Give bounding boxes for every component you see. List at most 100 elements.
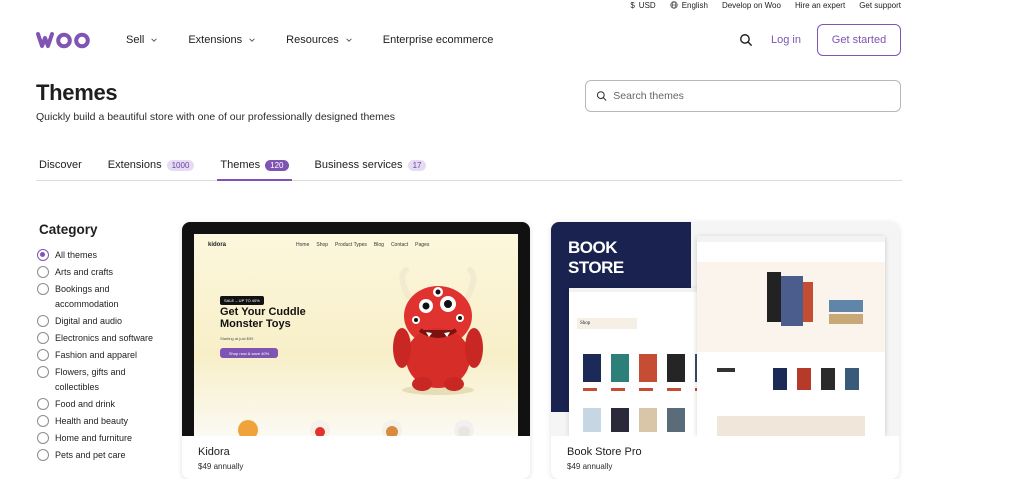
preview-link: Product Types — [335, 242, 367, 248]
nav-sell[interactable]: Sell — [126, 34, 158, 46]
get-started-button[interactable]: Get started — [817, 24, 901, 56]
category-pets[interactable]: Pets and pet care — [37, 448, 157, 463]
tab-themes[interactable]: Themes 120 — [217, 150, 292, 181]
nav-extensions-label: Extensions — [188, 34, 243, 46]
radio-button[interactable] — [37, 315, 49, 327]
tab-extensions[interactable]: Extensions 1000 — [105, 150, 198, 180]
theme-price: $49 annually — [567, 462, 613, 471]
tab-bar: Discover Extensions 1000 Themes 120 Busi… — [36, 150, 902, 181]
toy-thumbnail — [310, 420, 330, 436]
page-subtitle: Quickly build a beautiful store with one… — [36, 111, 395, 123]
kidora-preview-logo: kidora — [208, 242, 227, 248]
preview-link: Contact — [390, 242, 409, 248]
category-heading: Category — [39, 222, 98, 237]
category-filter-list: All themes Arts and crafts Bookings and … — [37, 248, 157, 465]
hire-expert-link[interactable]: Hire an expert — [795, 1, 845, 10]
radio-button[interactable] — [37, 349, 49, 361]
globe-icon — [670, 1, 678, 9]
category-arts-and-crafts[interactable]: Arts and crafts — [37, 265, 157, 280]
theme-name[interactable]: Kidora — [198, 446, 243, 458]
kidora-screen: kidora Home Shop Product Types Blog Cont… — [194, 234, 518, 436]
tab-themes-label: Themes — [220, 159, 261, 171]
radio-button[interactable] — [37, 332, 49, 344]
count-badge: 1000 — [166, 159, 195, 171]
category-digital-audio[interactable]: Digital and audio — [37, 314, 157, 329]
category-all-themes[interactable]: All themes — [37, 248, 157, 263]
book-store-logo: BOOK STORE — [568, 238, 624, 278]
nav-resources-label: Resources — [286, 34, 339, 46]
chevron-down-icon — [345, 38, 352, 42]
theme-name[interactable]: Book Store Pro — [567, 446, 642, 458]
woo-logo[interactable] — [36, 31, 96, 49]
tab-discover[interactable]: Discover — [36, 150, 85, 180]
theme-preview-image: BOOK STORE Shop Discover New Fiction Tha… — [551, 222, 899, 436]
book-logo-line: BOOK — [568, 238, 617, 257]
category-label: Electronics and software — [55, 333, 154, 343]
category-flowers-gifts[interactable]: Flowers, gifts and collectibles — [37, 365, 157, 395]
category-home-furniture[interactable]: Home and furniture — [37, 431, 157, 446]
preview-link: Shop — [316, 242, 329, 248]
category-label: Food and drink — [55, 399, 116, 409]
nav-extensions[interactable]: Extensions — [188, 34, 256, 46]
develop-link[interactable]: Develop on Woo — [722, 1, 781, 10]
tab-discover-label: Discover — [39, 159, 82, 171]
count-badge: 120 — [265, 159, 289, 171]
book-logo-line: STORE — [568, 258, 624, 277]
radio-button[interactable] — [37, 415, 49, 427]
radio-button[interactable] — [37, 266, 49, 278]
page-title: Themes — [36, 80, 118, 105]
book-home-artwork — [697, 236, 885, 436]
login-link[interactable]: Log in — [771, 34, 801, 46]
search-themes-field[interactable] — [585, 80, 901, 112]
radio-button[interactable] — [37, 366, 49, 378]
chevron-down-icon — [151, 38, 158, 42]
category-health-beauty[interactable]: Health and beauty — [37, 414, 157, 429]
kidora-sale-badge: SALE – UP TO 40% — [220, 296, 264, 305]
theme-preview-image: kidora Home Shop Product Types Blog Cont… — [182, 222, 530, 436]
nav-enterprise-label: Enterprise ecommerce — [382, 34, 494, 46]
toy-thumbnail — [454, 420, 474, 436]
toy-thumbnail — [238, 420, 258, 436]
radio-button[interactable] — [37, 449, 49, 461]
theme-info: Kidora $49 annually — [198, 446, 243, 471]
category-label: Fashion and apparel — [55, 350, 138, 360]
search-icon — [596, 91, 607, 101]
language-selector[interactable]: English — [670, 1, 708, 10]
category-electronics[interactable]: Electronics and software — [37, 331, 157, 346]
kidora-subtext: Starting at just $99 — [220, 336, 254, 341]
chevron-down-icon — [249, 38, 255, 42]
kidora-headline: Get Your Cuddle Monster Toys — [220, 306, 306, 330]
currency-label: USD — [638, 0, 656, 10]
theme-card-book-store-pro[interactable]: BOOK STORE Shop Discover New Fiction Tha… — [551, 222, 899, 479]
count-badge: 17 — [407, 159, 427, 171]
theme-card-kidora[interactable]: kidora Home Shop Product Types Blog Cont… — [182, 222, 530, 479]
category-fashion[interactable]: Fashion and apparel — [37, 348, 157, 363]
utility-bar: $ USD English Develop on Woo Hire an exp… — [630, 0, 901, 10]
category-label: Flowers, gifts and collectibles — [55, 367, 126, 392]
category-label: All themes — [55, 250, 98, 260]
preview-link: Pages — [415, 242, 430, 248]
radio-button[interactable] — [37, 432, 49, 444]
preview-link: Home — [296, 242, 310, 248]
search-themes-input[interactable] — [613, 90, 890, 102]
kidora-preview-links: Home Shop Product Types Blog Contact Pag… — [296, 242, 429, 248]
book-shop-heading: Shop — [577, 318, 637, 329]
category-label: Home and furniture — [55, 433, 133, 443]
nav-sell-label: Sell — [126, 34, 145, 46]
dollar-icon: $ — [630, 0, 635, 10]
category-bookings[interactable]: Bookings and accommodation — [37, 282, 157, 312]
get-support-link[interactable]: Get support — [859, 1, 901, 10]
nav-enterprise[interactable]: Enterprise ecommerce — [383, 34, 494, 46]
book-home-page-screenshot: Discover New Fiction That That Inspire — [697, 236, 885, 436]
radio-button[interactable] — [37, 283, 49, 295]
nav-resources[interactable]: Resources — [286, 34, 353, 46]
theme-info: Book Store Pro $49 annually — [567, 446, 642, 471]
tab-business-services[interactable]: Business services 17 — [312, 150, 430, 180]
search-icon[interactable] — [739, 33, 753, 47]
tab-extensions-label: Extensions — [107, 159, 162, 171]
category-food-drink[interactable]: Food and drink — [37, 397, 157, 412]
category-label: Arts and crafts — [55, 267, 114, 277]
radio-button[interactable] — [37, 398, 49, 410]
currency-selector[interactable]: $ USD — [630, 1, 655, 10]
radio-button[interactable] — [37, 249, 49, 261]
